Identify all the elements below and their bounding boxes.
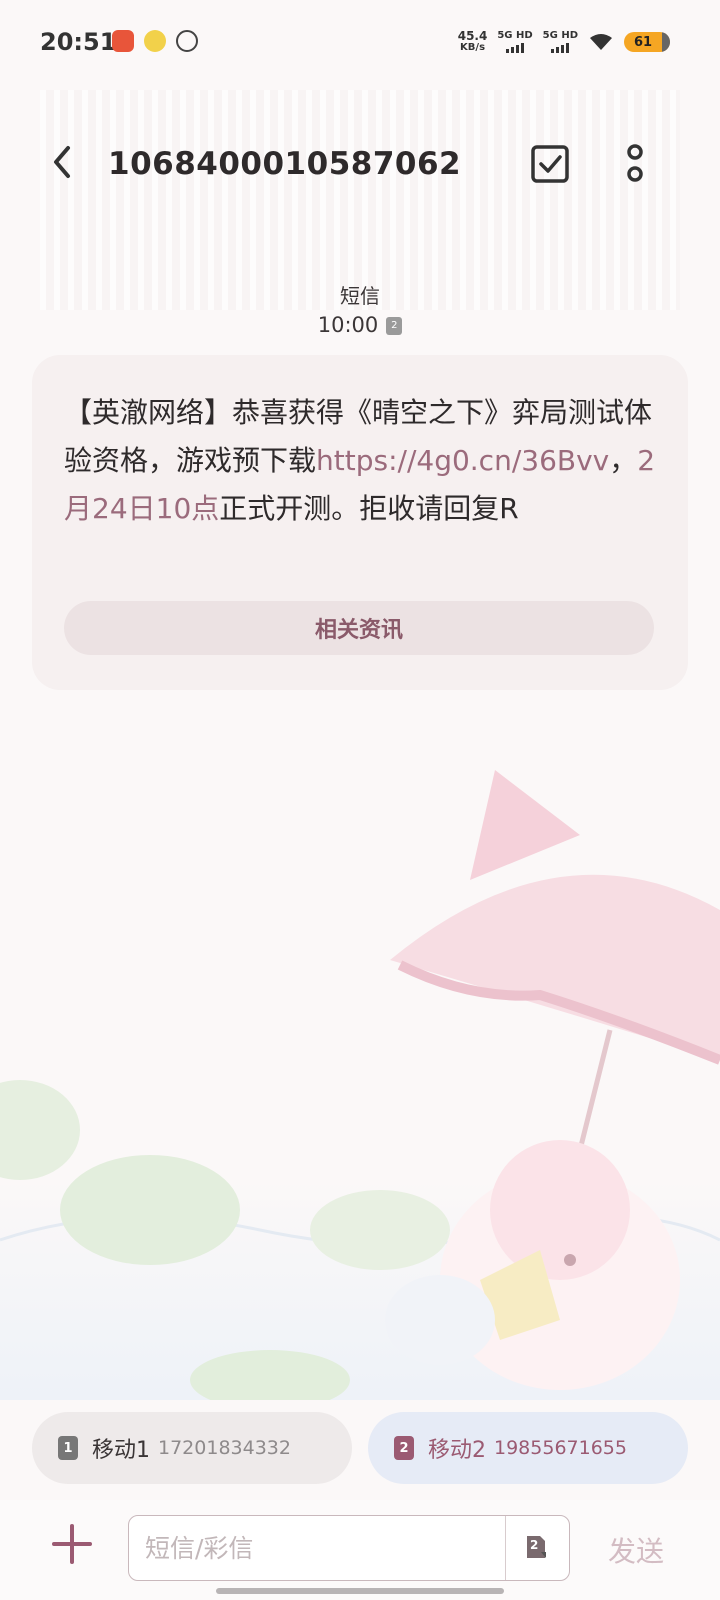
signal-2-label: 5G HD: [542, 30, 578, 41]
message-url-link[interactable]: https://4g0.cn/36Bvv: [316, 444, 609, 477]
sim-card-icon: 1: [58, 1436, 78, 1460]
composer-bar: 2 发送: [0, 1500, 720, 1600]
network-speed: 45.4 KB/s: [458, 30, 488, 54]
game-notification-icon: [144, 30, 166, 52]
wallpaper-illustration: [0, 770, 720, 1400]
signal-1-label: 5G HD: [497, 30, 533, 41]
notification-icons: [112, 30, 198, 52]
status-right: 45.4 KB/s 5G HD 5G HD 61: [458, 30, 670, 54]
message-text-part: 正式开测。拒收请回复R: [219, 492, 519, 525]
add-attachment-button[interactable]: [50, 1522, 94, 1566]
message-separator: ，: [609, 444, 638, 477]
more-options-button[interactable]: [620, 140, 650, 190]
select-messages-button[interactable]: [530, 144, 570, 184]
message-timestamp: 10:00 2: [0, 313, 720, 337]
status-time: 20:51: [40, 28, 117, 56]
sim2-name: 移动2: [428, 1438, 486, 1463]
battery-level: 61: [633, 34, 653, 50]
input-divider: [505, 1516, 506, 1580]
status-bar: 20:51 45.4 KB/s 5G HD 5G HD 61: [0, 0, 720, 90]
sim1-number: 17201834332: [158, 1437, 291, 1459]
header-decoration: [40, 90, 680, 310]
more-vertical-icon: [627, 144, 643, 182]
plus-icon: [52, 1524, 92, 1564]
battery-icon: 61: [624, 32, 670, 52]
sim1-button[interactable]: 1 移动1 17201834332: [32, 1412, 352, 1484]
signal-1-icon: 5G HD: [497, 30, 533, 53]
wifi-icon: [590, 34, 612, 50]
send-button[interactable]: 发送: [608, 1530, 664, 1570]
message-input-box: 2: [128, 1515, 570, 1581]
message-time: 10:00: [317, 313, 379, 337]
checkbox-icon: [531, 145, 569, 183]
network-speed-value: 45.4: [457, 29, 488, 43]
message-bubble[interactable]: 【英澈网络】恭喜获得《晴空之下》弈局测试体验资格，游戏预下载https://4g…: [32, 355, 688, 690]
related-info-button[interactable]: 相关资讯: [64, 601, 654, 655]
message-text: 【英澈网络】恭喜获得《晴空之下》弈局测试体验资格，游戏预下载https://4g…: [64, 389, 664, 533]
signal-2-icon: 5G HD: [543, 31, 578, 53]
data-saver-icon: [176, 30, 198, 52]
sim-card-icon: 2: [394, 1436, 414, 1460]
sim1-name: 移动1: [92, 1438, 150, 1463]
sim-switch-button[interactable]: 2: [524, 1534, 548, 1560]
message-input[interactable]: [143, 1516, 497, 1580]
conversation-title: 1068400010587062: [108, 146, 462, 182]
home-indicator[interactable]: [216, 1588, 504, 1594]
message-type-label: 短信: [340, 284, 380, 308]
network-speed-unit: KB/s: [460, 42, 486, 53]
app-notification-icon: [112, 30, 134, 52]
sim2-number: 19855671655: [494, 1437, 627, 1459]
composer-sim-badge: 2: [530, 1538, 539, 1552]
back-button[interactable]: [40, 140, 84, 184]
sim2-button[interactable]: 2 移动2 19855671655: [368, 1412, 688, 1484]
sim-card-icon: 2: [386, 317, 403, 335]
chevron-left-icon: [54, 146, 70, 178]
